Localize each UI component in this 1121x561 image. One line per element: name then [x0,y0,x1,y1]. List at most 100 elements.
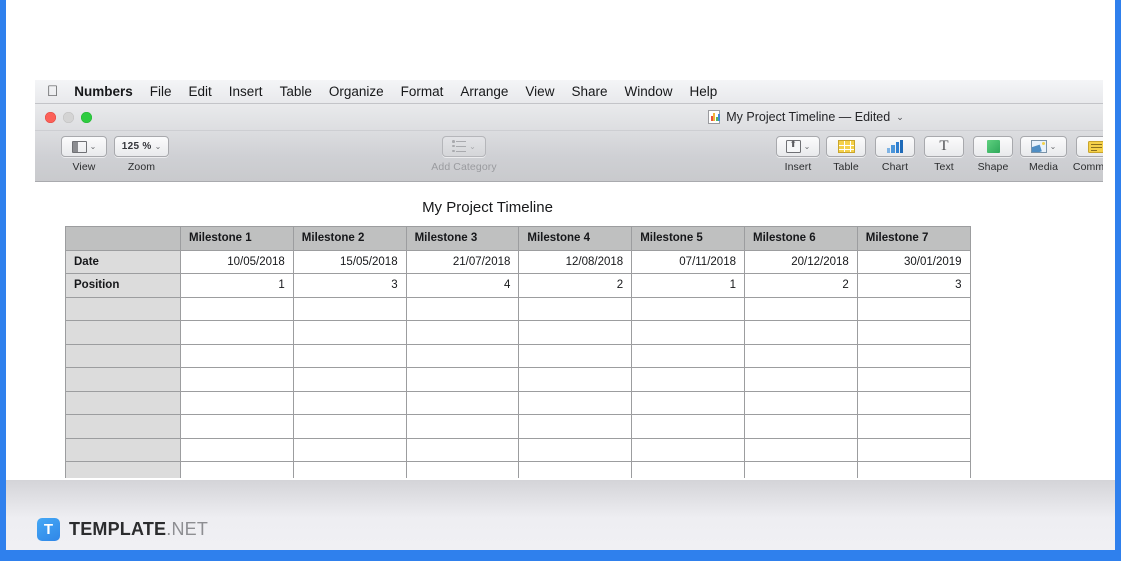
comment-button[interactable] [1076,136,1103,157]
cell-empty[interactable] [405,437,520,462]
menu-item-table[interactable]: Table [280,84,312,99]
cell-empty[interactable] [292,390,407,415]
cell-position-3[interactable]: 4 [405,273,520,298]
cell-empty[interactable] [631,343,745,368]
cell-empty[interactable] [292,367,407,392]
cell-empty[interactable] [631,367,745,392]
cell-date-3[interactable]: 21/07/2018 [405,249,520,274]
cell-empty[interactable] [405,296,520,321]
cell-empty[interactable] [856,320,971,345]
cell-empty[interactable] [743,343,858,368]
cell-position-5[interactable]: 1 [631,273,745,298]
menu-item-format[interactable]: Format [401,84,444,99]
row-header-empty[interactable] [65,320,181,345]
cell-empty[interactable] [518,320,633,345]
cell-position-1[interactable]: 1 [180,273,294,298]
cell-position-2[interactable]: 3 [292,273,407,298]
column-header-milestone-5[interactable]: Milestone 5 [631,226,745,251]
cell-empty[interactable] [292,320,407,345]
cell-empty[interactable] [180,437,294,462]
cell-empty[interactable] [743,437,858,462]
cell-date-7[interactable]: 30/01/2019 [856,249,971,274]
row-header-empty[interactable] [65,390,181,415]
menu-item-window[interactable]: Window [624,84,672,99]
menu-item-share[interactable]: Share [571,84,607,99]
cell-empty[interactable] [180,367,294,392]
cell-position-6[interactable]: 2 [743,273,858,298]
column-header-milestone-6[interactable]: Milestone 6 [743,226,858,251]
spreadsheet-table[interactable]: Milestone 1 Milestone 2 Milestone 3 Mile… [65,226,971,478]
cell-empty[interactable] [743,461,858,478]
chevron-down-icon[interactable]: ⌄ [896,112,904,123]
cell-empty[interactable] [518,414,633,439]
column-header-milestone-7[interactable]: Milestone 7 [856,226,971,251]
cell-date-2[interactable]: 15/05/2018 [292,249,407,274]
cell-empty[interactable] [518,296,633,321]
row-header-empty[interactable] [65,296,181,321]
cell-empty[interactable] [518,390,633,415]
cell-empty[interactable] [180,390,294,415]
media-button[interactable]: ⌄ [1020,136,1067,157]
cell-empty[interactable] [292,343,407,368]
minimize-button[interactable] [63,112,74,123]
table-corner-cell[interactable] [65,226,181,251]
menu-item-help[interactable]: Help [690,84,718,99]
cell-date-1[interactable]: 10/05/2018 [180,249,294,274]
row-header-empty[interactable] [65,461,181,478]
sheet-canvas[interactable]: My Project Timeline Milestone 1 Mileston… [35,183,1103,478]
cell-date-6[interactable]: 20/12/2018 [743,249,858,274]
cell-empty[interactable] [518,437,633,462]
shape-button[interactable] [973,136,1013,157]
cell-empty[interactable] [292,461,407,478]
cell-empty[interactable] [180,414,294,439]
cell-empty[interactable] [856,414,971,439]
cell-empty[interactable] [631,437,745,462]
maximize-button[interactable] [81,112,92,123]
cell-empty[interactable] [180,461,294,478]
cell-position-7[interactable]: 3 [856,273,971,298]
zoom-stepper[interactable]: 125 % ⌄ [114,136,169,157]
column-header-milestone-4[interactable]: Milestone 4 [518,226,633,251]
cell-empty[interactable] [405,390,520,415]
apple-icon[interactable]:  [47,84,58,99]
cell-empty[interactable] [856,437,971,462]
menu-item-arrange[interactable]: Arrange [460,84,508,99]
cell-empty[interactable] [743,414,858,439]
cell-empty[interactable] [180,296,294,321]
menu-item-file[interactable]: File [150,84,172,99]
row-header-empty[interactable] [65,437,181,462]
sheet-title[interactable]: My Project Timeline [35,199,940,216]
cell-empty[interactable] [856,343,971,368]
document-title[interactable]: My Project Timeline — Edited ⌄ [272,104,1103,130]
cell-empty[interactable] [856,296,971,321]
column-header-milestone-3[interactable]: Milestone 3 [405,226,520,251]
text-button[interactable]: T [924,136,964,157]
column-header-milestone-1[interactable]: Milestone 1 [180,226,294,251]
cell-date-4[interactable]: 12/08/2018 [518,249,633,274]
cell-empty[interactable] [743,296,858,321]
menu-item-numbers[interactable]: Numbers [74,84,133,99]
cell-empty[interactable] [518,343,633,368]
cell-empty[interactable] [631,390,745,415]
close-button[interactable] [45,112,56,123]
menu-item-view[interactable]: View [525,84,554,99]
cell-empty[interactable] [743,390,858,415]
row-header-date[interactable]: Date [65,249,181,274]
menu-item-insert[interactable]: Insert [229,84,263,99]
cell-empty[interactable] [405,461,520,478]
insert-button[interactable]: ⌄ [776,136,820,157]
cell-empty[interactable] [405,320,520,345]
cell-empty[interactable] [743,320,858,345]
cell-empty[interactable] [631,414,745,439]
row-header-empty[interactable] [65,367,181,392]
cell-position-4[interactable]: 2 [518,273,633,298]
row-header-position[interactable]: Position [65,273,181,298]
row-header-empty[interactable] [65,414,181,439]
column-header-milestone-2[interactable]: Milestone 2 [292,226,407,251]
cell-empty[interactable] [518,367,633,392]
chart-button[interactable] [875,136,915,157]
menu-item-edit[interactable]: Edit [189,84,212,99]
cell-empty[interactable] [631,320,745,345]
view-button[interactable]: ⌄ [61,136,107,157]
cell-empty[interactable] [180,343,294,368]
